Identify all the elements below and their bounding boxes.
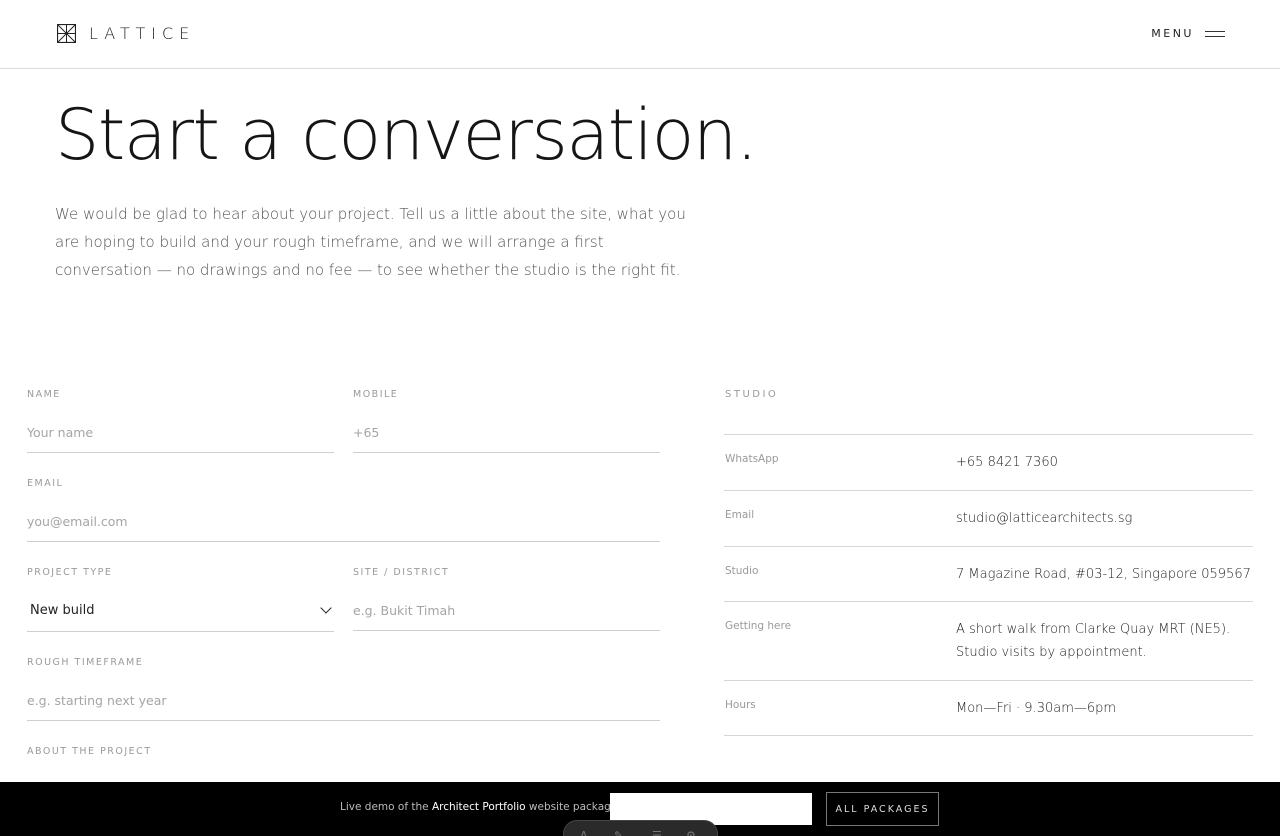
info-key: Hours: [725, 699, 756, 711]
name-field-group: NAME: [27, 389, 334, 456]
text-tool-icon[interactable]: A: [580, 829, 588, 836]
studio-address: 7 Magazine Road, #03-12, Singapore 05956…: [956, 567, 1251, 582]
info-key: Studio: [725, 565, 759, 577]
site-input[interactable]: [353, 603, 660, 631]
menu-label: MENU: [1151, 27, 1194, 40]
demo-suffix: website package.: [528, 801, 621, 813]
brand-logo[interactable]: LATTICE: [57, 24, 195, 43]
mobile-field-group: MOBILE: [353, 389, 660, 456]
site-header: LATTICE MENU: [0, 0, 1280, 69]
info-row-studio: Studio 7 Magazine Road, #03-12, Singapor…: [724, 547, 1253, 602]
intro-text: We would be glad to hear about your proj…: [55, 205, 686, 279]
mobile-label: MOBILE: [353, 389, 399, 400]
info-row-hours: Hours Mon—Fri · 9.30am—6pm: [724, 681, 1253, 736]
timeframe-field-group: ROUGH TIMEFRAME: [27, 657, 660, 724]
site-field-group: SITE / DISTRICT: [353, 567, 660, 634]
project-type-value: New build: [30, 603, 95, 618]
settings-tool-icon[interactable]: ⚙: [686, 829, 696, 836]
page-title: Start a conversation.: [55, 94, 758, 176]
hours-text: Mon—Fri · 9.30am—6pm: [956, 701, 1117, 716]
info-key: WhatsApp: [725, 453, 779, 465]
info-key: Email: [725, 509, 755, 521]
email-link[interactable]: studio@latticearchitects.sg: [956, 507, 1253, 530]
all-packages-button[interactable]: ALL PACKAGES: [826, 792, 939, 826]
name-input[interactable]: [27, 425, 334, 453]
studio-info-list: WhatsApp +65 8421 7360 Email studio@latt…: [724, 434, 1253, 736]
demo-prefix: Live demo of the: [340, 801, 429, 813]
project-type-select[interactable]: New build: [27, 602, 334, 632]
about-field-group: ABOUT THE PROJECT: [27, 746, 660, 766]
style-tool-icon[interactable]: ✎: [614, 829, 623, 836]
email-input[interactable]: [27, 514, 660, 542]
info-row-email: Email studio@latticearchitects.sg: [724, 491, 1253, 547]
timeframe-label: ROUGH TIMEFRAME: [27, 657, 144, 668]
site-label: SITE / DISTRICT: [353, 567, 450, 578]
whatsapp-link[interactable]: +65 8421 7360: [956, 451, 1253, 474]
getting-here-text: A short walk from Clarke Quay MRT (NE5).…: [956, 622, 1231, 660]
demo-product-name: Architect Portfolio: [431, 801, 526, 813]
info-row-whatsapp: WhatsApp +65 8421 7360: [724, 435, 1253, 491]
brand-name: LATTICE: [89, 24, 196, 43]
studio-heading: STUDIO: [725, 389, 779, 400]
timeframe-input[interactable]: [27, 693, 660, 721]
floating-toolbar[interactable]: A ✎ ☰ ⚙: [563, 820, 718, 836]
email-field-group: EMAIL: [27, 478, 660, 545]
layout-tool-icon[interactable]: ☰: [652, 829, 662, 836]
email-label: EMAIL: [27, 478, 64, 489]
info-row-getting-here: Getting here A short walk from Clarke Qu…: [724, 602, 1253, 681]
lattice-logo-icon: [57, 24, 76, 43]
demo-text: Live demo of the Architect Portfolio web…: [340, 801, 621, 813]
name-label: NAME: [27, 389, 61, 400]
project-type-label: PROJECT TYPE: [27, 567, 113, 578]
project-type-field-group: PROJECT TYPE New build: [27, 567, 334, 636]
hamburger-icon: [1205, 30, 1225, 38]
about-label: ABOUT THE PROJECT: [27, 746, 152, 757]
info-key: Getting here: [725, 620, 792, 632]
chevron-down-icon: [320, 602, 332, 614]
menu-button[interactable]: MENU: [1151, 27, 1225, 40]
mobile-input[interactable]: [353, 425, 660, 453]
